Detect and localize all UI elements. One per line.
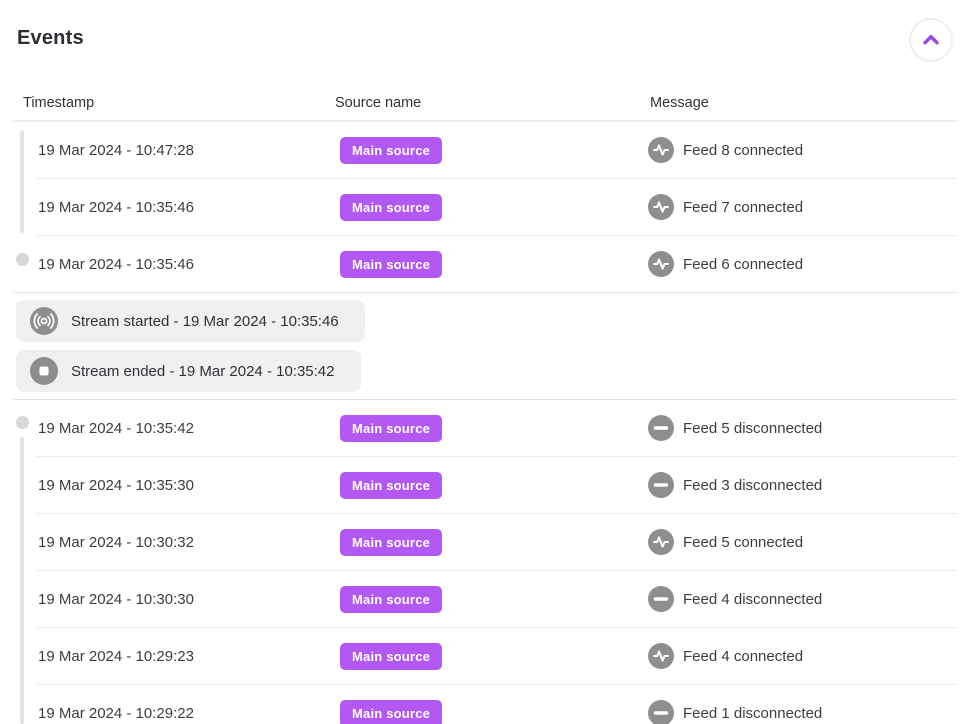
source-cell: Main source [340, 415, 648, 442]
feed-connected-icon [648, 194, 674, 220]
feed-disconnected-icon [648, 700, 674, 724]
feed-connected-icon [648, 529, 674, 555]
timestamp-cell: 19 Mar 2024 - 10:35:46 [38, 199, 340, 216]
message-cell: Feed 3 disconnected [648, 472, 968, 498]
source-cell: Main source [340, 586, 648, 613]
message-cell: Feed 5 disconnected [648, 415, 968, 441]
message-cell: Feed 5 connected [648, 529, 968, 555]
message-text: Feed 6 connected [683, 256, 803, 273]
feed-connected-icon [648, 137, 674, 163]
timestamp-cell: 19 Mar 2024 - 10:35:46 [38, 256, 340, 273]
message-text: Feed 8 connected [683, 142, 803, 159]
table-row: 19 Mar 2024 - 10:29:22 Main source Feed … [0, 685, 968, 724]
timestamp-cell: 19 Mar 2024 - 10:29:23 [38, 648, 340, 665]
table-row: 19 Mar 2024 - 10:35:46 Main source Feed … [0, 236, 968, 292]
message-cell: Feed 4 connected [648, 643, 968, 669]
page-title: Events [17, 27, 84, 50]
table-row: 19 Mar 2024 - 10:29:23 Main source Feed … [0, 628, 968, 684]
timeline-dot [16, 416, 29, 429]
timeline-dot [16, 253, 29, 266]
table-row: 19 Mar 2024 - 10:35:46 Main source Feed … [0, 179, 968, 235]
feed-disconnected-icon [648, 415, 674, 441]
source-cell: Main source [340, 251, 648, 278]
column-header-timestamp: Timestamp [23, 95, 94, 111]
column-header-source: Source name [335, 95, 421, 111]
table-row: 19 Mar 2024 - 10:35:42 Main source Feed … [0, 400, 968, 456]
panel-header: Events [0, 0, 968, 93]
broadcast-icon [30, 307, 58, 335]
message-text: Feed 7 connected [683, 199, 803, 216]
message-text: Feed 5 disconnected [683, 420, 822, 437]
source-badge: Main source [340, 472, 442, 499]
timestamp-cell: 19 Mar 2024 - 10:30:30 [38, 591, 340, 608]
message-text: Feed 4 connected [683, 648, 803, 665]
source-cell: Main source [340, 529, 648, 556]
source-cell: Main source [340, 472, 648, 499]
timestamp-cell: 19 Mar 2024 - 10:47:28 [38, 142, 340, 159]
stream-started-label: Stream started - 19 Mar 2024 - 10:35:46 [71, 313, 339, 330]
table-row: 19 Mar 2024 - 10:30:32 Main source Feed … [0, 514, 968, 570]
stream-started-chip: Stream started - 19 Mar 2024 - 10:35:46 [16, 300, 365, 342]
message-cell: Feed 4 disconnected [648, 586, 968, 612]
feed-disconnected-icon [648, 472, 674, 498]
feed-disconnected-icon [648, 586, 674, 612]
stream-ended-chip: Stream ended - 19 Mar 2024 - 10:35:42 [16, 350, 361, 392]
source-badge: Main source [340, 700, 442, 724]
source-badge: Main source [340, 586, 442, 613]
timeline-line [20, 130, 24, 233]
message-text: Feed 4 disconnected [683, 591, 822, 608]
scroll-to-top-button[interactable] [909, 18, 953, 62]
source-cell: Main source [340, 194, 648, 221]
source-badge: Main source [340, 415, 442, 442]
timestamp-cell: 19 Mar 2024 - 10:35:42 [38, 420, 340, 437]
feed-connected-icon [648, 643, 674, 669]
table-row: 19 Mar 2024 - 10:30:30 Main source Feed … [0, 571, 968, 627]
source-badge: Main source [340, 251, 442, 278]
source-badge: Main source [340, 137, 442, 164]
message-text: Feed 1 disconnected [683, 705, 822, 722]
stream-ended-label: Stream ended - 19 Mar 2024 - 10:35:42 [71, 363, 335, 380]
column-header-message: Message [650, 95, 709, 111]
source-badge: Main source [340, 643, 442, 670]
stop-icon [30, 357, 58, 385]
message-text: Feed 3 disconnected [683, 477, 822, 494]
timeline-line [20, 437, 24, 724]
timestamp-cell: 19 Mar 2024 - 10:35:30 [38, 477, 340, 494]
table-row: 19 Mar 2024 - 10:47:28 Main source Feed … [0, 122, 968, 178]
source-cell: Main source [340, 643, 648, 670]
source-cell: Main source [340, 700, 648, 724]
events-list[interactable]: 19 Mar 2024 - 10:47:28 Main source Feed … [0, 122, 968, 724]
message-cell: Feed 6 connected [648, 251, 968, 277]
source-badge: Main source [340, 529, 442, 556]
message-cell: Feed 8 connected [648, 137, 968, 163]
timestamp-cell: 19 Mar 2024 - 10:30:32 [38, 534, 340, 551]
stream-markers: Stream started - 19 Mar 2024 - 10:35:46 … [0, 293, 968, 399]
table-header: Timestamp Source name Message [0, 93, 968, 115]
table-row: 19 Mar 2024 - 10:35:30 Main source Feed … [0, 457, 968, 513]
timestamp-cell: 19 Mar 2024 - 10:29:22 [38, 705, 340, 722]
chevron-up-icon [918, 27, 944, 53]
message-text: Feed 5 connected [683, 534, 803, 551]
feed-connected-icon [648, 251, 674, 277]
message-cell: Feed 1 disconnected [648, 700, 968, 724]
message-cell: Feed 7 connected [648, 194, 968, 220]
source-badge: Main source [340, 194, 442, 221]
events-panel: Events Timestamp Source name Message 19 … [0, 0, 968, 724]
source-cell: Main source [340, 137, 648, 164]
